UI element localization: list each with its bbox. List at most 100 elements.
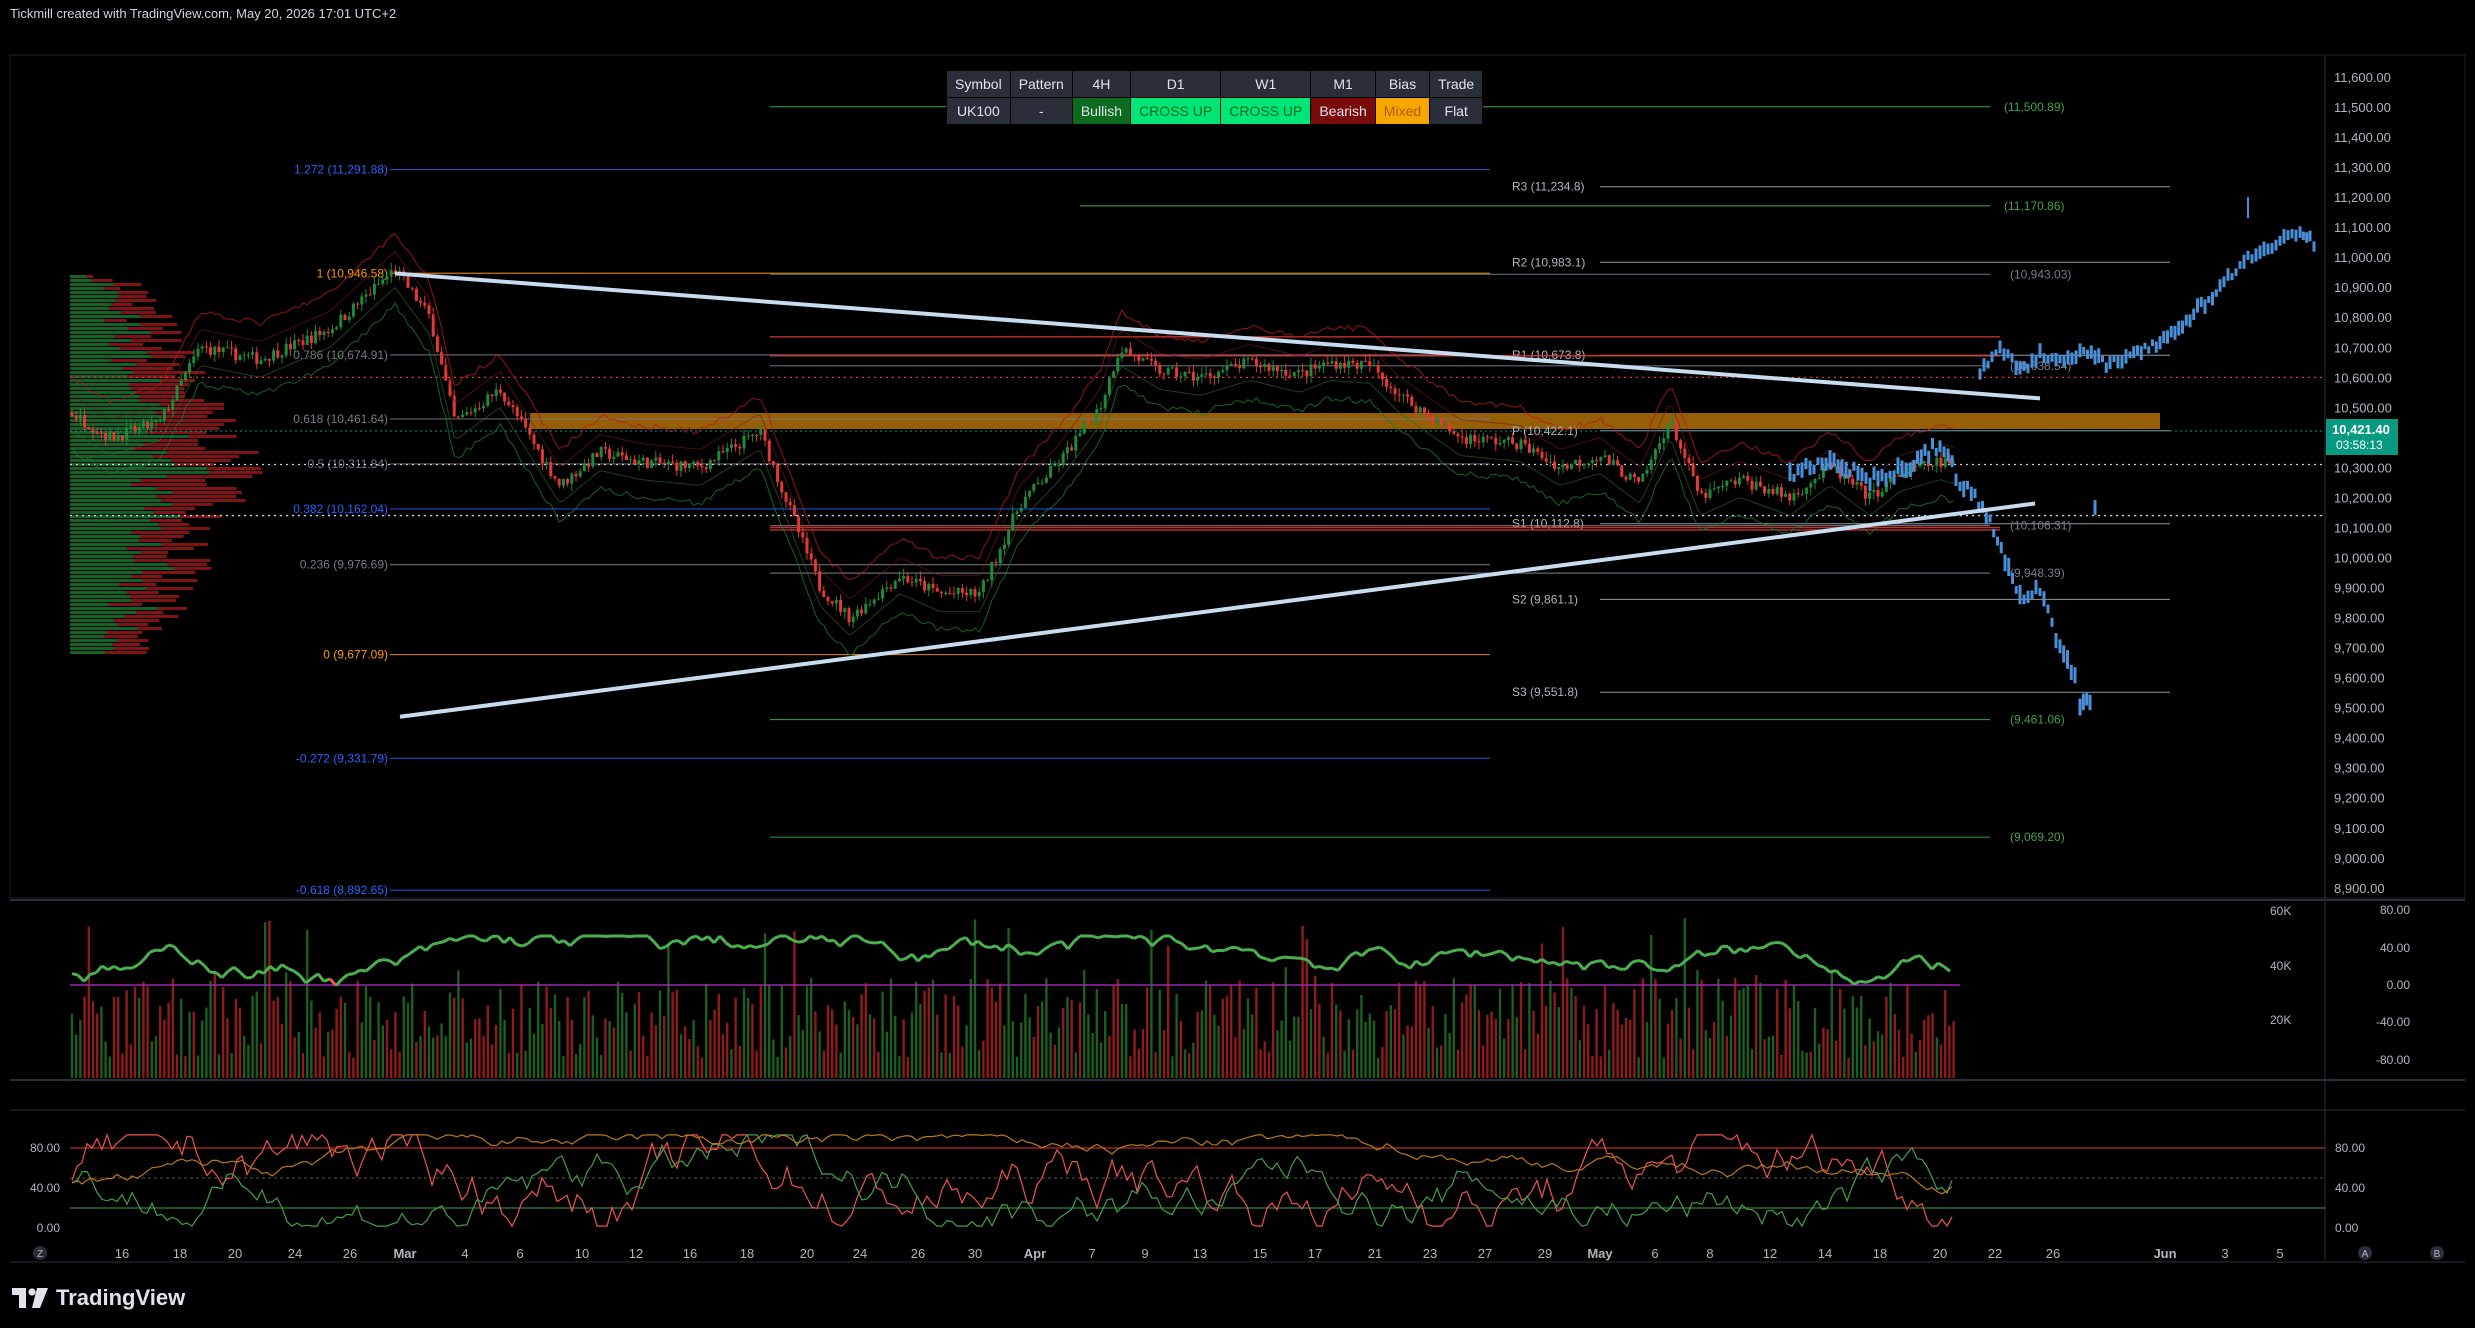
tradingview-logo[interactable]: TradingView [12,1285,185,1311]
volume-bar [1351,1049,1355,1078]
volume-bar [520,984,523,1078]
candle-body [746,435,750,437]
candle-body [1763,486,1767,494]
candle-body [1376,365,1380,373]
volume-profile-bar [70,547,127,550]
volume-bar [1658,998,1661,1078]
candle-body [1271,366,1275,371]
volume-bar [700,1057,704,1078]
volume-bar [415,1041,418,1078]
candle-body [1334,361,1338,369]
oscillator-line [989,944,997,950]
volume-bar [637,992,641,1078]
candle-body [1200,374,1204,378]
oscillator-line [160,943,170,952]
volume-bar [1603,986,1607,1078]
stoch-axis-label-right: 80.00 [2335,1141,2365,1155]
oscillator-line [389,959,397,967]
volume-bar [175,1054,179,1078]
volume-bar [516,1052,519,1078]
oscillator-line [1403,963,1411,970]
volume-profile-bar [70,511,154,514]
oscillator-line [1690,949,1700,958]
oscillator-line [431,941,439,946]
candle-body [1469,434,1473,444]
pivot-level-label: S1 (10,112.8) [1512,517,1584,531]
oscillator-line [1769,941,1777,945]
volume-bar [1074,1052,1077,1078]
volume-bar [915,981,918,1078]
candle-body [162,409,166,420]
candle-body [1485,436,1489,438]
volume-bar [1452,978,1455,1078]
candle-body [1679,440,1683,449]
stoch-axis-label-right: 0.00 [2335,1221,2359,1235]
oscillator-line [485,935,493,943]
volume-bar [1494,1018,1497,1078]
volume-bar [310,1000,313,1078]
candle-body [658,457,662,463]
volume-bar [461,998,464,1078]
candle-body [574,473,578,477]
candle-body [1191,372,1195,381]
candle-body [490,394,494,397]
volume-profile-bar [70,391,137,394]
candle-body [503,392,507,402]
candle-body [70,413,74,416]
volume-bar [822,1050,825,1078]
candle-body [1372,365,1376,367]
candle-body [230,347,234,349]
candle-body [482,405,486,409]
volume-bar [306,929,309,1078]
volume-bar [255,991,258,1078]
volume-bar [1171,1056,1174,1078]
candle-body [1359,361,1363,369]
candle-body [238,355,242,361]
oscillator-line [1271,956,1279,963]
oscillator-line [227,965,235,973]
candle-body [1548,461,1552,463]
oscillator-line [1115,934,1123,939]
candle-body [1326,362,1330,364]
target-level-label: (11,170.86) [2004,199,2065,213]
candle-body [629,459,633,461]
oscillator-line [1859,979,1867,984]
candle-body [1578,459,1582,466]
price-axis-label: 9,500.00 [2334,701,2385,716]
time-axis-label: 30 [968,1246,982,1261]
volume-bar [1335,1004,1338,1078]
candle-body [729,444,733,448]
oscillator-line [1229,945,1237,950]
candle-body [1011,513,1015,531]
candle-body [1658,443,1662,450]
volume-profile-bar [70,631,107,634]
candle-body [1380,372,1384,379]
candle-body [557,478,561,486]
oscillator-line [1360,949,1370,957]
candle-body [897,578,901,582]
candle-body [1259,365,1263,368]
oscillator-line [785,934,793,942]
volume-bar [1834,1040,1838,1078]
oscillator-line [394,957,404,967]
price-chart[interactable]: 11,600.00 11,500.00 11,400.00 11,300.00 11,2… [0,0,2475,1328]
volume-profile-bar [70,543,162,546]
candle-body [948,592,952,594]
oscillator-line [1697,949,1705,957]
candle-body [1233,364,1237,366]
candle-body [255,352,259,364]
oscillator-line [1223,946,1231,952]
candle-body [221,347,225,353]
candle-body [74,415,78,420]
volume-bar [1650,935,1653,1078]
oscillator-axis-label: -40.00 [2376,1015,2410,1029]
candle-body [1607,455,1611,465]
candle-body [1784,493,1788,497]
volume-profile-bar [70,319,105,322]
volume-profile-bar [70,619,114,622]
fib-level-label: 0 (9,677.09) [323,648,388,662]
volume-bar [1599,1056,1602,1078]
candle-body [998,549,1002,564]
candle-body [372,283,376,295]
volume-bar [1246,998,1250,1078]
